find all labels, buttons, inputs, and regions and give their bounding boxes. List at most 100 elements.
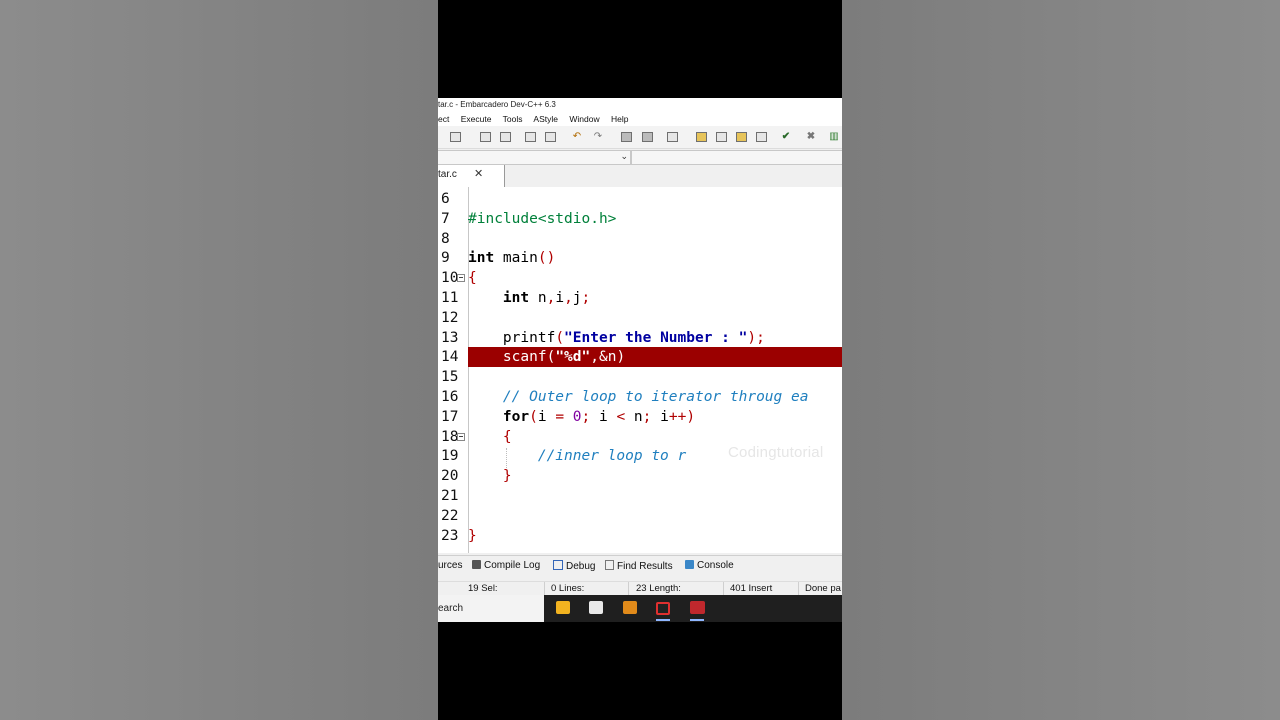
menu-execute[interactable]: Execute <box>461 114 492 124</box>
code-line[interactable]: 7 #include<stdio.h> <box>438 209 842 229</box>
code-line[interactable]: 16 // Outer loop to iterator throug ea <box>438 387 842 407</box>
code-line[interactable]: 11 int n,i,j; <box>438 288 842 308</box>
code-token: printf <box>468 329 556 346</box>
function-combo[interactable] <box>631 150 842 165</box>
code-line[interactable]: 17 for(i = 0; i < n; i++) <box>438 407 842 427</box>
line-number: 16 <box>441 389 459 405</box>
code-line[interactable]: 10 { <box>438 268 842 288</box>
blurred-background-left <box>0 0 438 720</box>
chart-icon[interactable]: ▥ <box>828 131 840 142</box>
line-number: 7 <box>441 210 450 227</box>
code-text: int main() <box>468 248 555 268</box>
code-line[interactable]: 9 int main() <box>438 248 842 268</box>
code-text: int n,i,j; <box>468 288 590 308</box>
code-token: for <box>502 408 530 425</box>
menu-window[interactable]: Window <box>569 114 599 124</box>
menu-tools[interactable]: Tools <box>503 114 523 124</box>
code-token: ++) <box>668 408 696 425</box>
tab-file-label: tar.c <box>438 169 457 180</box>
store-icon[interactable] <box>589 601 603 614</box>
code-token: ); <box>747 329 765 346</box>
code-token: ( <box>529 408 538 425</box>
code-text: for(i = 0; i < n; i++) <box>468 407 695 427</box>
unindent-icon[interactable] <box>642 132 653 142</box>
code-token: #include<stdio.h> <box>468 210 617 227</box>
fold-toggle-icon[interactable] <box>457 432 465 441</box>
status-insert: 401 Insert <box>730 583 773 594</box>
devcpp-window: tar.c - Embarcadero Dev-C++ 6.3 ect Exec… <box>438 98 842 622</box>
line-number: 13 <box>441 329 459 346</box>
bookmark-icon[interactable] <box>545 132 556 142</box>
new-window-icon[interactable] <box>716 132 727 142</box>
code-token: j <box>572 290 582 306</box>
code-token: "Enter the Number : " <box>564 329 748 346</box>
check-icon[interactable]: ✔ <box>780 131 792 142</box>
code-line[interactable]: 21 <box>438 486 842 506</box>
undo-icon[interactable]: ↶ <box>571 131 583 142</box>
code-token: i <box>590 408 617 425</box>
tab-compile-log[interactable]: Compile Log <box>472 560 540 571</box>
code-token: scanf <box>468 349 547 366</box>
goto-icon[interactable] <box>525 132 536 142</box>
chevron-down-icon[interactable]: ⌄ <box>620 151 628 162</box>
code-token: { <box>468 270 477 287</box>
status-done: Done pa <box>805 583 841 594</box>
line-number: 10 <box>441 270 459 287</box>
status-lines: 0 Lines: <box>551 583 585 594</box>
devcpp-icon[interactable] <box>690 601 705 614</box>
print-icon[interactable] <box>450 132 461 142</box>
code-text: scanf("%d",&n) <box>468 347 625 367</box>
code-line[interactable]: 23} <box>438 526 842 546</box>
code-line[interactable]: 22 <box>438 506 842 526</box>
new-class-icon[interactable] <box>696 132 707 142</box>
toolbar: ↶ ↷ ✔ ✖ ▥ <box>438 126 842 149</box>
line-number: 14 <box>441 349 459 366</box>
find-icon[interactable] <box>480 132 491 142</box>
code-token: () <box>537 250 556 267</box>
code-line[interactable]: 15 <box>438 367 842 387</box>
close-icon[interactable]: ✕ <box>474 164 483 184</box>
sublime-icon[interactable] <box>623 601 637 614</box>
code-token: ( <box>546 349 556 366</box>
blurred-background-right <box>842 0 1280 720</box>
screen-recorder-icon[interactable] <box>656 602 670 615</box>
class-combo[interactable]: ⌄ <box>438 150 631 165</box>
tab-console[interactable]: Console <box>685 560 734 571</box>
toggle-comment-icon[interactable] <box>667 132 678 142</box>
status-divider <box>798 582 799 596</box>
code-line[interactable]: 14 scanf("%d",&n) <box>441 347 842 368</box>
status-bar: 19 Sel: 0 Lines: 23 Length: 401 Insert D… <box>438 581 842 596</box>
line-number: 8 <box>441 230 450 247</box>
file-explorer-icon[interactable] <box>556 601 570 614</box>
close-x-icon[interactable]: ✖ <box>805 131 817 142</box>
menu-bar: ect Execute Tools AStyle Window Help <box>438 112 842 126</box>
code-line[interactable]: 6 <box>438 189 842 209</box>
taskbar-search[interactable]: earch <box>438 595 544 622</box>
code-line[interactable]: 13 printf("Enter the Number : "); <box>438 328 842 348</box>
tab-find-results[interactable]: Find Results <box>605 560 673 572</box>
grid-icon[interactable] <box>756 132 767 142</box>
code-token: n <box>529 290 547 306</box>
code-token: // Outer loop to iterator throug ea <box>468 389 809 405</box>
tab-file[interactable]: tar.c ✕ <box>438 165 505 187</box>
code-line[interactable]: 8 <box>438 229 842 249</box>
code-line[interactable]: 20 } <box>438 466 842 486</box>
fold-toggle-icon[interactable] <box>457 274 465 283</box>
code-line[interactable]: 12 <box>438 308 842 328</box>
indent-icon[interactable] <box>621 132 632 142</box>
line-number: 11 <box>441 290 459 306</box>
redo-icon[interactable]: ↷ <box>592 131 604 142</box>
code-editor[interactable]: 6 7 #include<stdio.h> 8 9 int main() 10 {11 int… <box>438 187 842 553</box>
find-results-icon <box>605 560 614 570</box>
tab-debug[interactable]: Debug <box>553 560 595 572</box>
project-options-icon[interactable] <box>736 132 747 142</box>
menu-help[interactable]: Help <box>611 114 628 124</box>
code-token: = <box>555 408 565 425</box>
menu-project[interactable]: ect <box>438 114 449 124</box>
replace-icon[interactable] <box>500 132 511 142</box>
menu-astyle[interactable]: AStyle <box>533 114 558 124</box>
tab-resources[interactable]: urces <box>438 560 462 571</box>
